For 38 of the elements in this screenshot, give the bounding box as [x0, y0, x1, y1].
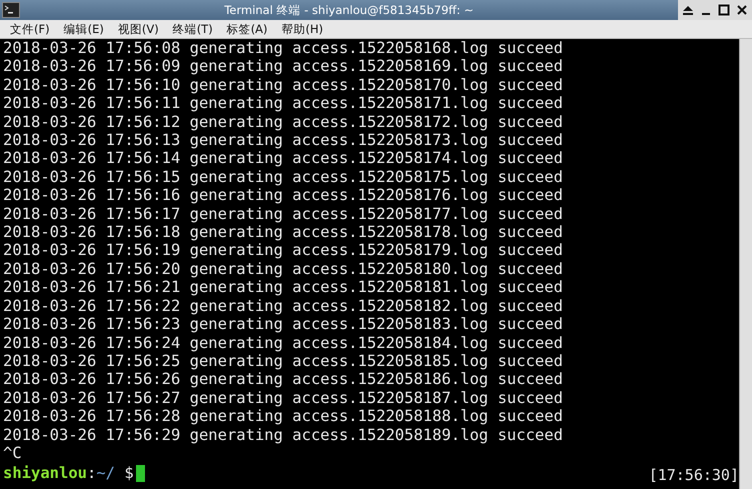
- terminal-line: 2018-03-26 17:56:27 generating access.1522058187.log succeed: [3, 388, 564, 408]
- window-title: Terminal 终端 - shiyanlou@f581345b79ff: ~: [223, 2, 475, 18]
- terminal-line: 2018-03-26 17:56:28 generating access.1522058188.log succeed: [3, 407, 564, 426]
- terminal-line: 2018-03-26 17:56:08 generating access.1522058168.log succeed: [3, 39, 564, 58]
- terminal-icon[interactable]: [2, 2, 20, 18]
- shade-icon[interactable]: [682, 4, 694, 16]
- menu-item[interactable]: 标签(A): [226, 22, 268, 36]
- menu-item[interactable]: 视图(V): [118, 22, 159, 36]
- terminal-line: 2018-03-26 17:56:17 generating access.1522058177.log succeed: [3, 204, 564, 224]
- terminal-line: 2018-03-26 17:56:22 generating access.1522058182.log succeed: [3, 296, 564, 316]
- terminal-line: 2018-03-26 17:56:23 generating access.1522058183.log succeed: [3, 315, 564, 334]
- terminal-line: 2018-03-26 17:56:09 generating access.1522058169.log succeed: [3, 57, 564, 76]
- terminal-line: 2018-03-26 17:56:15 generating access.1522058175.log succeed: [3, 168, 564, 186]
- terminal-line: 2018-03-26 17:56:21 generating access.1522058181.log succeed: [3, 278, 564, 297]
- maximize-icon[interactable]: [718, 4, 730, 16]
- text-cursor: [136, 465, 145, 482]
- terminal-line: 2018-03-26 17:56:19 generating access.1522058179.log succeed: [3, 241, 564, 260]
- terminal-line: 2018-03-26 17:56:29 generating access.1522058189.log succeed: [3, 426, 564, 444]
- terminal-line: 2018-03-26 17:56:11 generating access.1522058171.log succeed: [3, 94, 564, 113]
- terminal-line: 2018-03-26 17:56:10 generating access.1522058170.log succeed: [3, 76, 564, 94]
- terminal-line: 2018-03-26 17:56:14 generating access.1522058174.log succeed: [3, 149, 564, 168]
- terminal-line: 2018-03-26 17:56:25 generating access.1522058185.log succeed: [3, 352, 564, 370]
- menu-item[interactable]: 终端(T): [172, 22, 213, 36]
- terminal-line: 2018-03-26 17:56:13 generating access.1522058173.log succeed: [3, 131, 564, 150]
- terminal-line: 2018-03-26 17:56:20 generating access.1522058180.log succeed: [3, 260, 564, 278]
- terminal-line: 2018-03-26 17:56:12 generating access.1522058172.log succeed: [3, 112, 564, 132]
- terminal-line: ^C: [3, 444, 23, 462]
- menu-item[interactable]: 文件(F): [10, 22, 50, 36]
- terminal-line: 2018-03-26 17:56:26 generating access.1522058186.log succeed: [3, 370, 564, 389]
- terminal-line: 2018-03-26 17:56:16 generating access.1522058176.log succeed: [3, 186, 564, 205]
- scrollbar[interactable]: [739, 39, 752, 489]
- clock-text: [17:56:30]: [648, 466, 739, 485]
- menu-item[interactable]: 编辑(E): [64, 22, 104, 36]
- terminal-line: 2018-03-26 17:56:24 generating access.1522058184.log succeed: [3, 334, 564, 352]
- terminal-line: 2018-03-26 17:56:18 generating access.1522058178.log succeed: [3, 223, 564, 242]
- close-icon[interactable]: [736, 4, 748, 16]
- shell-prompt: shiyanlou:~/ $: [3, 464, 134, 483]
- menu-item[interactable]: 帮助(H): [282, 22, 324, 36]
